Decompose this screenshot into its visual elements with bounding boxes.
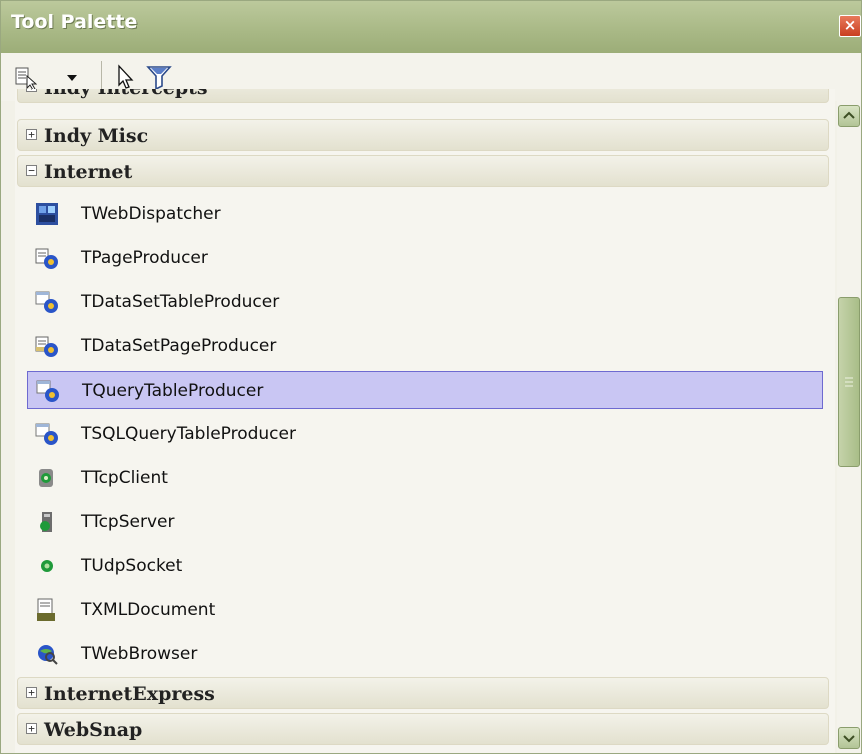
sql-query-table-producer-icon — [35, 422, 59, 446]
list-item[interactable]: TDataSetTableProducer — [27, 283, 835, 321]
expand-icon[interactable]: + — [26, 687, 37, 698]
item-label: TXMLDocument — [81, 600, 216, 620]
list-item[interactable]: TTcpServer — [27, 503, 835, 541]
tcp-server-icon — [35, 510, 59, 534]
item-label: TDataSetPageProducer — [81, 336, 277, 356]
category-label: InternetExpress — [44, 683, 215, 705]
list-item[interactable]: TPageProducer — [27, 239, 835, 277]
toolbar-separator — [101, 61, 102, 91]
chevron-down-icon — [843, 735, 855, 743]
tcp-client-icon — [35, 466, 59, 490]
title-bar[interactable]: Tool Palette × — [1, 1, 861, 53]
list-item[interactable]: TXMLDocument — [27, 591, 835, 629]
dataset-table-producer-icon — [35, 290, 59, 314]
tool-palette-window: Tool Palette × + Indy Misc − Internet TW… — [0, 0, 862, 754]
web-browser-icon — [35, 642, 59, 666]
list-item[interactable]: TDataSetPageProducer — [27, 327, 835, 365]
expand-icon[interactable]: + — [26, 129, 37, 140]
category-indy-misc[interactable]: + Indy Misc — [17, 119, 829, 151]
list-item[interactable]: TSQLQueryTableProducer — [27, 415, 835, 453]
item-label: TDataSetTableProducer — [81, 292, 280, 312]
item-label: TTcpServer — [81, 512, 175, 532]
list-item-selected[interactable]: TQueryTableProducer — [27, 371, 823, 409]
window-title: Tool Palette — [11, 11, 138, 33]
query-table-producer-icon — [36, 379, 60, 403]
category-internet-express[interactable]: + InternetExpress — [17, 677, 829, 709]
list-item[interactable]: TTcpClient — [27, 459, 835, 497]
item-label: TTcpClient — [81, 468, 168, 488]
category-label: Indy Misc — [44, 125, 149, 147]
scroll-thumb[interactable] — [838, 297, 860, 467]
list-item[interactable]: TUdpSocket — [27, 547, 835, 585]
item-label: TWebDispatcher — [81, 204, 221, 224]
scroll-down-button[interactable] — [838, 727, 860, 749]
filter-icon[interactable] — [145, 63, 173, 91]
vertical-scrollbar[interactable] — [837, 101, 861, 753]
item-label: TPageProducer — [81, 248, 208, 268]
scroll-up-button[interactable] — [838, 105, 860, 127]
category-label: Internet — [44, 161, 133, 183]
category-websnap[interactable]: + WebSnap — [17, 713, 829, 745]
palette-list: + Indy Intercepts + Indy Misc − Internet… — [15, 89, 835, 753]
category-indy-intercepts[interactable]: + Indy Intercepts — [17, 89, 829, 103]
list-item[interactable]: TWebDispatcher — [27, 195, 835, 233]
collapse-icon[interactable]: − — [26, 165, 37, 176]
close-button[interactable]: × — [839, 15, 861, 37]
web-dispatcher-icon — [35, 202, 59, 226]
expand-icon[interactable]: + — [26, 723, 37, 734]
pointer-icon[interactable] — [113, 63, 137, 91]
item-label: TWebBrowser — [81, 644, 198, 664]
palette-list-icon[interactable] — [13, 63, 38, 91]
page-producer-icon — [35, 246, 59, 270]
item-label: TSQLQueryTableProducer — [81, 424, 296, 444]
xml-document-icon — [35, 598, 59, 622]
udp-socket-icon — [35, 554, 59, 578]
category-internet[interactable]: − Internet — [17, 155, 829, 187]
chevron-up-icon — [843, 111, 855, 119]
dataset-page-producer-icon — [35, 334, 59, 358]
dropdown-arrow-icon[interactable] — [61, 63, 83, 91]
expand-icon[interactable]: + — [26, 89, 37, 92]
category-label: WebSnap — [44, 719, 143, 741]
list-item[interactable]: TWebBrowser — [27, 635, 835, 673]
item-label: TUdpSocket — [81, 556, 183, 576]
category-label: Indy Intercepts — [44, 89, 208, 99]
item-label: TQueryTableProducer — [82, 381, 264, 401]
